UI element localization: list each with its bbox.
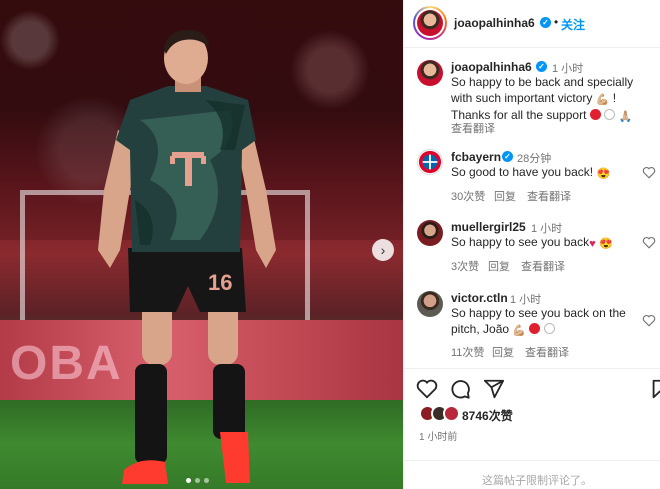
flexed-biceps-emoji: 💪🏼 [512,324,527,337]
reply-button[interactable]: 回复 [488,258,510,274]
translate-link[interactable]: 查看翻译 [527,188,571,204]
red-heart-emoji: ♥ [589,238,596,250]
white-circle-emoji [604,109,616,120]
caption-line: So happy to be back and specially [451,75,634,89]
player-figure: 16 [98,30,276,484]
reply-button[interactable]: 回复 [494,188,516,204]
comment-text: So good to have you back! 😍 [451,165,641,183]
story-ring[interactable] [413,6,447,40]
comment-username[interactable]: muellergirl25 [451,220,526,234]
comment-line: So happy to see you back on the [451,306,626,320]
avatar[interactable] [417,10,443,36]
next-arrow-icon[interactable]: › [372,239,394,261]
post-time[interactable]: 1 小时前 [419,428,457,443]
avatar[interactable] [417,291,443,317]
avatar [443,405,460,422]
header-username[interactable]: joaopalhinha6 [454,16,535,30]
caption-line-2: with such important victory 💪🏼 ! [451,91,656,109]
white-circle-emoji [543,322,555,334]
dot-separator: • [554,15,559,29]
comment-username[interactable]: fcbayern [451,150,501,164]
follow-button[interactable]: 关注 [561,16,585,33]
comment-time[interactable]: 1 小时 [531,220,562,236]
comment-line-2: pitch, João 💪🏼 [451,322,656,340]
heart-icon[interactable] [416,378,438,400]
heart-icon[interactable] [642,236,656,249]
praying-hands-emoji: 🙏🏼 [618,111,633,123]
reply-button[interactable]: 回复 [492,344,514,360]
avatar[interactable] [417,220,443,246]
share-icon[interactable] [483,378,505,400]
verified-icon: ✓ [536,61,547,72]
comment-likes[interactable]: 30次赞 [451,188,485,204]
caption-text: So happy to be back and specially with s… [451,75,656,126]
caption-avatar[interactable] [417,60,443,86]
bookmark-icon[interactable] [649,378,660,400]
comment-text: So happy to see you back on the pitch, J… [451,306,656,339]
caption-translate-link[interactable]: 查看翻译 [451,120,495,136]
translate-link[interactable]: 查看翻译 [525,344,569,360]
post-header: joaopalhinha6 ✓ • 关注 [404,0,660,48]
carousel-dot [195,478,200,483]
comment-likes[interactable]: 3次赞 [451,258,479,274]
comment-text: So happy to see you back♥ 😍 [451,235,646,253]
comment-icon[interactable] [449,378,471,400]
post-photo[interactable]: OBA 16 › [0,0,403,489]
carousel-dots [186,478,209,483]
post-side-panel: joaopalhinha6 ✓ • 关注 joaopalhinha6 ✓ 1 小… [403,0,660,489]
divider [404,368,660,369]
red-circle-emoji [529,322,541,334]
heart-eyes-emoji: 😍 [598,238,613,250]
liker-avatars[interactable] [419,405,461,423]
red-circle-emoji [589,109,601,120]
caption-username[interactable]: joaopalhinha6 [451,60,532,74]
caption-time[interactable]: 1 小时 [552,60,583,76]
heart-icon[interactable] [642,314,656,327]
likes-count[interactable]: 8746次赞 [462,407,513,424]
translate-link[interactable]: 查看翻译 [521,258,565,274]
carousel-dot [186,478,191,483]
divider [404,460,660,461]
heart-icon[interactable] [642,166,656,179]
verified-icon: ✓ [540,17,551,28]
heart-eyes-emoji: 😍 [596,168,611,180]
verified-icon: ✓ [502,151,513,162]
comment-username[interactable]: victor.ctln [451,291,508,305]
fcbayern-logo-avatar[interactable] [417,149,443,175]
comments-limited-notice: 这篇帖子限制评论了。 [482,475,592,487]
comment-time[interactable]: 1 小时 [510,291,541,307]
shorts-number: 16 [208,270,232,295]
comment-time[interactable]: 28分钟 [517,150,551,166]
comment-likes[interactable]: 11次赞 [451,344,484,360]
flexed-biceps-emoji: 💪🏼 [595,93,610,106]
carousel-dot [204,478,209,483]
